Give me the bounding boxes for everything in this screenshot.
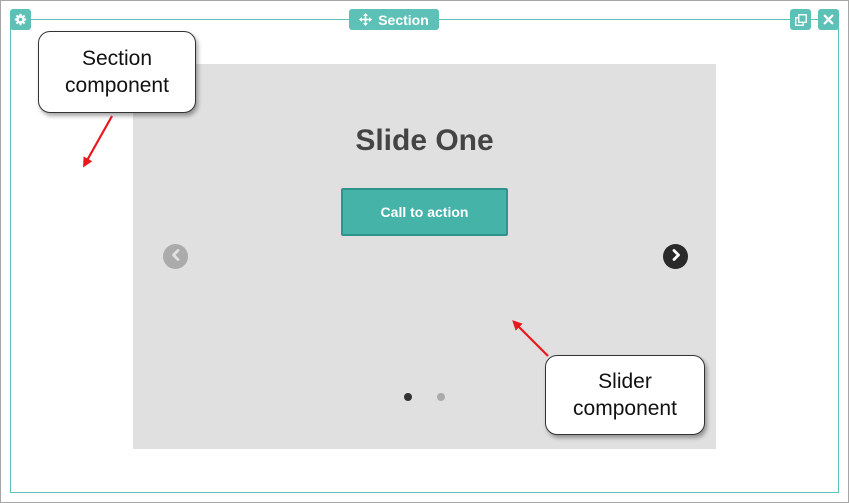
slider-callout-line-1: Slider: [598, 370, 652, 393]
slider-prev-button[interactable]: [163, 244, 188, 269]
close-icon: [823, 14, 834, 25]
remove-button[interactable]: [818, 9, 839, 30]
chevron-right-icon: [670, 248, 682, 266]
duplicate-icon: [794, 13, 807, 26]
slide-indicator-1[interactable]: [404, 393, 412, 401]
section-callout-line-1: Section: [81, 47, 153, 70]
section-label: Section: [378, 11, 429, 28]
duplicate-button[interactable]: [790, 9, 811, 30]
section-callout-line-2: component: [65, 74, 169, 97]
slider-next-button[interactable]: [663, 244, 688, 269]
chevron-left-icon: [170, 248, 182, 266]
section-settings-button[interactable]: [10, 9, 31, 30]
slide-indicator-2[interactable]: [437, 393, 445, 401]
slider-callout-line-2: component: [573, 397, 677, 420]
slide-title: Slide One: [355, 124, 494, 157]
section-callout: Section component: [38, 31, 196, 113]
slider-callout: Slider component: [545, 355, 705, 435]
move-icon: [359, 13, 373, 26]
call-to-action-button[interactable]: Call to action: [341, 188, 508, 236]
gear-icon: [14, 13, 27, 26]
section-move-handle[interactable]: Section: [349, 9, 439, 30]
